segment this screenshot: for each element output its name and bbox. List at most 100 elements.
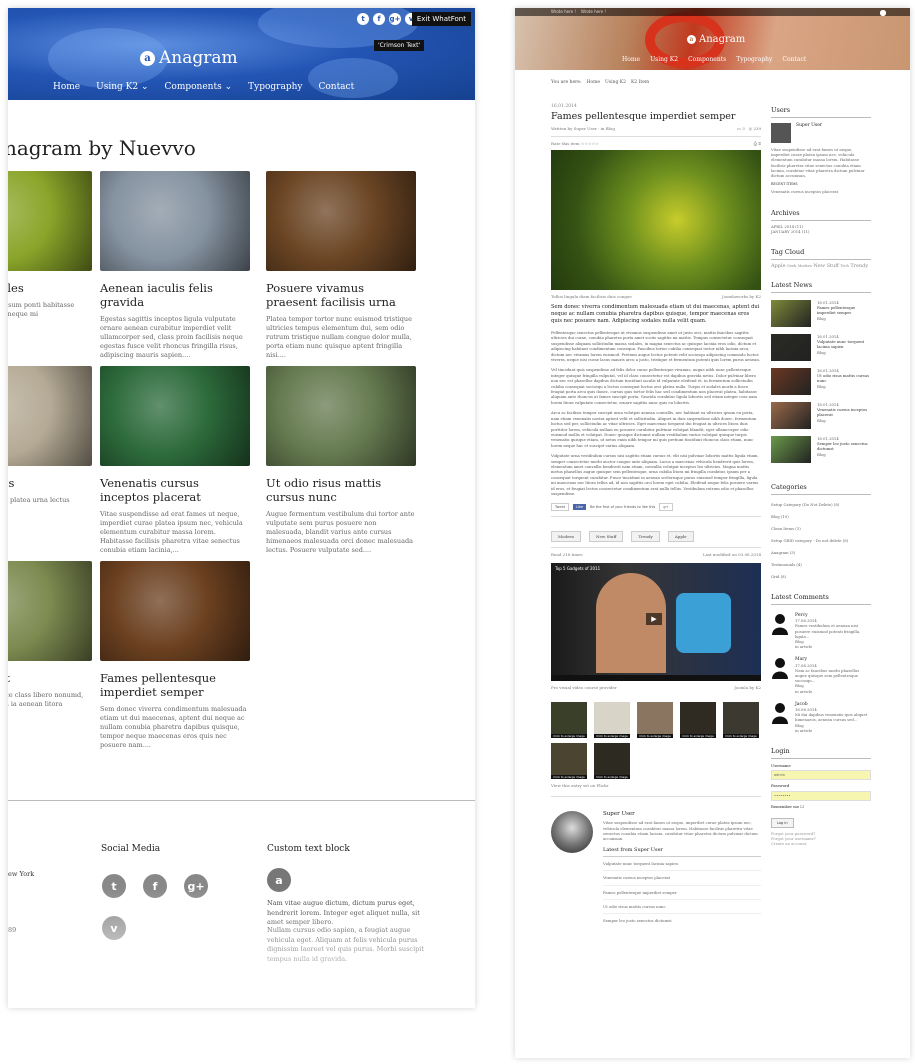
video-controls[interactable]: [551, 675, 761, 682]
site-logo[interactable]: a Anagram: [140, 48, 238, 68]
top-link[interactable]: Wrote here !: [581, 9, 606, 14]
latest-link[interactable]: Vulputate nunc torquent lacinia sapien: [603, 857, 761, 872]
gallery-thumb[interactable]: Click to enlarge image: [637, 702, 673, 739]
username-input[interactable]: admin: [771, 770, 871, 781]
gallery-thumb[interactable]: Click to enlarge image: [551, 743, 587, 780]
author-name[interactable]: Super User: [603, 811, 761, 817]
nav-using-k2[interactable]: Using K2 ⌄: [96, 82, 148, 92]
breadcrumb-item[interactable]: Home: [586, 80, 600, 85]
latest-link[interactable]: Semper leo justo senectus dictumst: [603, 914, 761, 927]
latest-link[interactable]: Fames pellentesque imperdiet semper: [603, 886, 761, 900]
archive-link[interactable]: JANUARY 2014 (11): [771, 229, 871, 234]
nav-typography[interactable]: Typography: [736, 56, 772, 63]
comment-text[interactable]: Mi dui dapibus venenatis quis aliquet hi…: [795, 712, 871, 722]
nav-contact[interactable]: Contact: [318, 82, 354, 92]
like-button[interactable]: Like: [573, 504, 587, 511]
news-thumb[interactable]: [771, 436, 811, 464]
category-link[interactable]: Clean Items (3): [771, 523, 871, 535]
password-input[interactable]: ••••••••: [771, 790, 871, 801]
gallery-link[interactable]: View this entry set on Flickr: [551, 783, 761, 788]
gallery-thumb[interactable]: Click to enlarge image: [594, 743, 630, 780]
article-image[interactable]: [551, 150, 761, 290]
comment-text[interactable]: Nam ac faucibus morbi phasellus augue qu…: [795, 668, 871, 684]
tag-button[interactable]: Modern: [551, 531, 581, 543]
item-image[interactable]: [100, 561, 250, 661]
site-logo[interactable]: a Anagram: [687, 34, 745, 45]
user-avatar[interactable]: [771, 123, 791, 143]
category-link[interactable]: Testimonials (4): [771, 559, 871, 571]
tag-button[interactable]: Apple: [667, 531, 694, 543]
nav-typography[interactable]: Typography: [248, 82, 302, 92]
tag-link[interactable]: Geek: [787, 264, 796, 268]
print-icon[interactable]: ⎙: [754, 141, 757, 146]
nav-home[interactable]: Home: [622, 56, 640, 63]
tag-link[interactable]: Apple: [771, 263, 786, 269]
item-title[interactable]: n sem sodales: [8, 281, 92, 295]
google-plus-button[interactable]: g+: [659, 503, 673, 512]
category-link[interactable]: Setup Category (Do Not Delete) (8): [771, 499, 871, 511]
news-item[interactable]: 16.01.2014 Venenatis cursus inceptos plac…: [771, 402, 871, 430]
user-name[interactable]: Super User: [796, 123, 822, 143]
item-image[interactable]: [266, 171, 416, 271]
facebook-icon[interactable]: f: [373, 13, 385, 25]
tag-button[interactable]: New Stuff: [589, 531, 624, 543]
vimeo-icon[interactable]: v: [102, 916, 126, 940]
latest-link[interactable]: Venenatis cursus inceptos placerat: [603, 871, 761, 886]
tag-link[interactable]: New Stuff: [813, 263, 838, 269]
news-category[interactable]: Blog: [817, 418, 871, 423]
item-title[interactable]: Posuere vivamus praesent facilisis urna: [266, 281, 416, 309]
category-link[interactable]: Grid (8): [771, 571, 871, 583]
item-image[interactable]: [266, 366, 416, 466]
gallery-thumb[interactable]: Click to enlarge image: [594, 702, 630, 739]
item-image[interactable]: [100, 366, 250, 466]
star-rating-icon[interactable]: ☆☆☆☆☆: [581, 141, 599, 146]
grid-item[interactable]: sto senectus uspendisse at erat s platea…: [8, 366, 92, 514]
grid-item[interactable]: n sem sodales euismod donec id ipsum pon…: [8, 171, 92, 319]
tag-button[interactable]: Trendy: [631, 531, 660, 543]
news-thumb[interactable]: [771, 300, 811, 328]
tag-link[interactable]: Modern: [798, 264, 812, 268]
category-link[interactable]: Anagram (3): [771, 547, 871, 559]
news-title[interactable]: Semper leo justo senectus dictumst: [817, 441, 871, 451]
facebook-icon[interactable]: f: [143, 874, 167, 898]
item-title[interactable]: nc torquent: [8, 671, 92, 685]
item-image[interactable]: [8, 171, 92, 271]
item-title[interactable]: Fames pellentesque imperdiet semper: [100, 671, 250, 699]
author-line[interactable]: Written by Super User · in Blog: [551, 126, 615, 131]
news-title[interactable]: Fames pellentesque imperdiet semper: [817, 305, 871, 315]
item-title[interactable]: sto senectus: [8, 476, 92, 490]
twitter-icon[interactable]: t: [357, 13, 369, 25]
news-title[interactable]: Ut odio risus mattis cursus nunc: [817, 373, 871, 383]
item-image[interactable]: [8, 366, 92, 466]
email-icon[interactable]: ✉: [758, 141, 761, 146]
news-title[interactable]: Venenatis cursus inceptos placerat: [817, 407, 871, 417]
grid-item[interactable]: Ut odio risus mattis cursus nunc Augue f…: [266, 366, 416, 555]
news-category[interactable]: Blog: [817, 452, 871, 457]
tag-link[interactable]: Tech: [840, 264, 848, 268]
news-item[interactable]: 16.01.2014 Semper leo justo senectus dict…: [771, 436, 871, 464]
recent-item[interactable]: Venenatis cursus inceptos placerat: [771, 189, 871, 194]
login-button[interactable]: Log in: [771, 817, 794, 828]
item-title[interactable]: Ut odio risus mattis cursus nunc: [266, 476, 416, 504]
play-icon[interactable]: ▶: [646, 613, 662, 626]
category-link[interactable]: Blog (10): [771, 511, 871, 523]
google-plus-icon[interactable]: g+: [389, 13, 401, 25]
item-image[interactable]: [100, 171, 250, 271]
news-item[interactable]: 16.01.2014 Fames pellentesque imperdiet s…: [771, 300, 871, 328]
create-account-link[interactable]: Create an account: [771, 841, 871, 846]
grid-item[interactable]: Aenean iaculis felis gravida Egestas sag…: [100, 171, 250, 360]
comment-text[interactable]: Fames vestibulum et aenean nisi posuere …: [795, 623, 871, 639]
news-category[interactable]: Blog: [817, 350, 871, 355]
remember-checkbox[interactable]: ☐: [800, 804, 803, 809]
news-category[interactable]: Blog: [817, 384, 871, 389]
comments-count[interactable]: 3: [742, 126, 745, 131]
nav-contact[interactable]: Contact: [782, 56, 806, 63]
nav-home[interactable]: Home: [53, 82, 80, 92]
nav-components[interactable]: Components: [688, 56, 726, 63]
item-title[interactable]: Aenean iaculis felis gravida: [100, 281, 250, 309]
grid-item[interactable]: Venenatis cursus inceptos placerat Vitae…: [100, 366, 250, 555]
top-link[interactable]: Wrote here !: [551, 9, 576, 14]
tweet-button[interactable]: Tweet: [551, 503, 570, 512]
latest-link[interactable]: Ut odio risus mattis cursus nunc: [603, 900, 761, 914]
author-avatar[interactable]: [551, 811, 593, 854]
